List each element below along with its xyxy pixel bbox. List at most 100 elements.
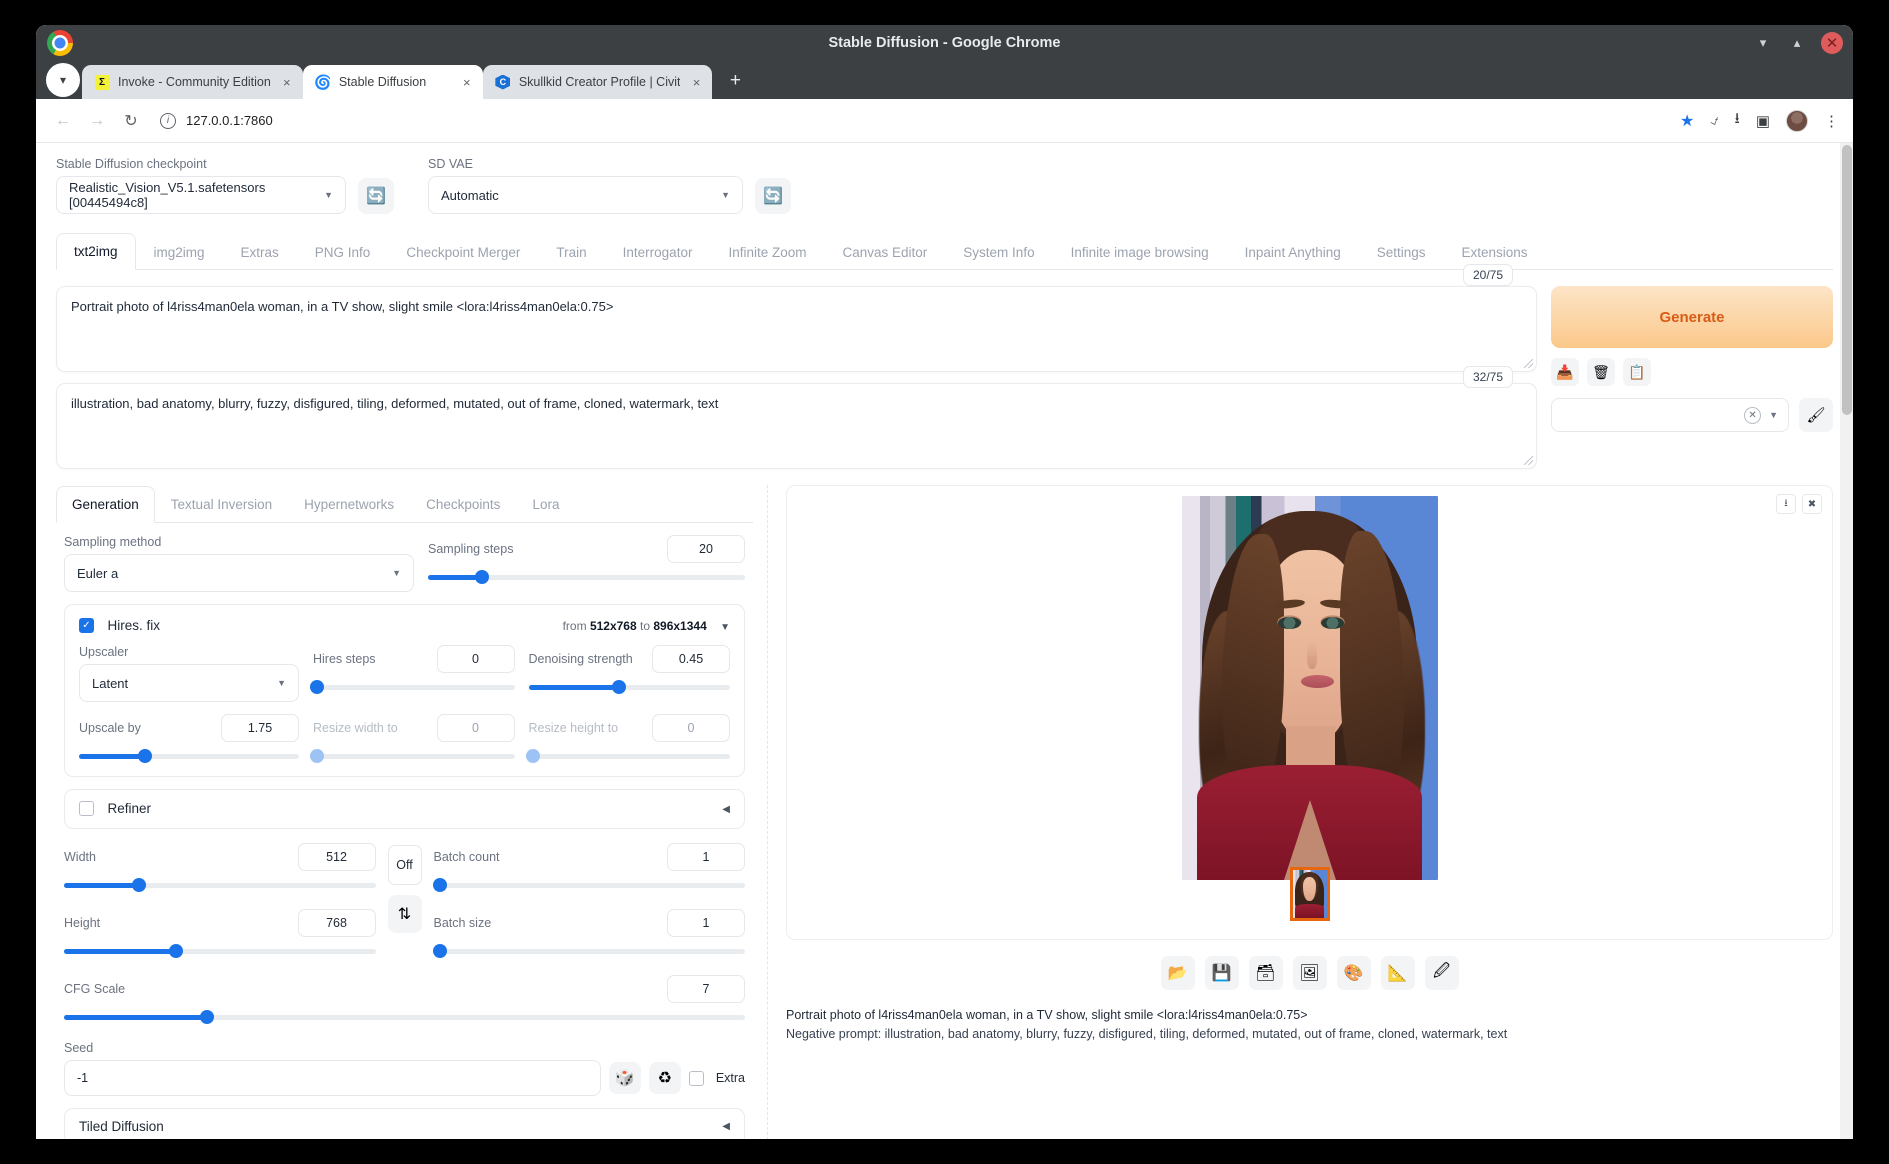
triangle-left-icon[interactable]: ◀ [722, 804, 730, 815]
resize-height-value[interactable]: 0 [652, 714, 730, 742]
tab-settings[interactable]: Settings [1359, 234, 1444, 270]
upscale-by-slider[interactable] [79, 748, 299, 764]
tab-search-button[interactable]: ▾ [46, 63, 80, 97]
puzzle-icon[interactable]: ⍻ [1710, 112, 1718, 129]
dice-icon[interactable]: 🎲 [608, 1062, 641, 1094]
clipboard-icon[interactable]: 📋 [1623, 358, 1651, 386]
upscaler-select[interactable]: Latent ▼ [79, 664, 299, 702]
cfg-scale-value[interactable]: 7 [667, 975, 745, 1003]
browser-tab-invoke[interactable]: Σ Invoke - Community Edition × [82, 65, 303, 99]
triangle-down-icon[interactable]: ▼ [720, 622, 730, 633]
width-slider[interactable] [64, 877, 376, 893]
generated-image[interactable] [1181, 496, 1438, 880]
page-scrollbar[interactable] [1840, 143, 1853, 1139]
site-info-icon[interactable]: i [160, 112, 176, 129]
resize-width-slider[interactable] [310, 748, 515, 764]
denoising-strength-value[interactable]: 0.45 [652, 645, 730, 673]
refresh-checkpoints-button[interactable]: 🔄 [358, 178, 394, 214]
side-panel-icon[interactable]: ▣ [1756, 112, 1770, 130]
paintbrush-icon[interactable]: 🖌 [1799, 398, 1833, 432]
hires-fix-checkbox[interactable]: ✓ [79, 618, 94, 634]
forward-button[interactable]: → [82, 106, 112, 136]
trash-icon[interactable]: 🗑 [1587, 358, 1615, 386]
refresh-vae-button[interactable]: 🔄 [755, 178, 791, 214]
hires-steps-value[interactable]: 0 [436, 645, 515, 673]
browser-tab-civitai[interactable]: C Skullkid Creator Profile | Civit × [482, 65, 713, 99]
hires-steps-slider[interactable] [310, 679, 515, 695]
subtab-textual-inversion[interactable]: Textual Inversion [155, 486, 288, 523]
refiner-checkbox[interactable] [79, 801, 94, 817]
folder-icon[interactable]: 📂 [1160, 956, 1195, 990]
positive-prompt-input[interactable]: Portrait photo of l4riss4man0ela woman, … [56, 286, 1537, 372]
pin-icon[interactable]: 🖉 [1424, 956, 1459, 990]
swap-off-toggle[interactable]: Off [387, 845, 422, 885]
close-window-button[interactable]: ✕ [1821, 32, 1843, 54]
tiled-diffusion-section[interactable]: Tiled Diffusion ◀ [64, 1108, 745, 1139]
batch-count-value[interactable]: 1 [667, 843, 745, 871]
subtab-hypernetworks[interactable]: Hypernetworks [288, 486, 410, 523]
generated-image-thumbnail[interactable] [1289, 867, 1330, 921]
subtab-checkpoints[interactable]: Checkpoints [410, 486, 516, 523]
close-tab-button[interactable]: × [279, 75, 295, 90]
tab-infinite-image-browsing[interactable]: Infinite image browsing [1053, 234, 1227, 270]
tab-png-info[interactable]: PNG Info [297, 234, 389, 270]
recycle-icon[interactable]: ♻ [648, 1062, 681, 1094]
batch-size-value[interactable]: 1 [667, 909, 745, 937]
batch-size-slider[interactable] [432, 943, 745, 959]
framed-picture-icon[interactable]: 🖼 [1292, 956, 1327, 990]
new-tab-button[interactable]: + [720, 66, 750, 96]
reload-button[interactable]: ↻ [116, 106, 146, 136]
checkpoint-select[interactable]: Realistic_Vision_V5.1.safetensors [00445… [56, 176, 346, 214]
tab-txt2img[interactable]: txt2img [56, 233, 136, 270]
height-value[interactable]: 768 [297, 909, 376, 937]
maximize-button[interactable]: ▴ [1787, 33, 1807, 53]
sampling-steps-slider[interactable] [428, 569, 745, 585]
negative-prompt-input[interactable]: illustration, bad anatomy, blurry, fuzzy… [56, 383, 1537, 469]
clear-x-icon[interactable]: ✕ [1744, 406, 1762, 424]
tab-interrogator[interactable]: Interrogator [605, 234, 711, 270]
seed-input[interactable]: -1 [64, 1060, 601, 1096]
tab-system-info[interactable]: System Info [945, 234, 1052, 270]
download-icon[interactable]: ⭳ [1735, 108, 1740, 133]
close-tab-button[interactable]: × [688, 75, 704, 90]
resize-width-value[interactable]: 0 [436, 714, 515, 742]
denoising-strength-slider[interactable] [528, 679, 730, 695]
tab-checkpoint-merger[interactable]: Checkpoint Merger [388, 234, 538, 270]
address-bar[interactable]: i 127.0.0.1:7860 [150, 106, 1676, 136]
subtab-lora[interactable]: Lora [516, 486, 575, 523]
cfg-scale-slider[interactable] [64, 1009, 745, 1025]
tab-inpaint-anything[interactable]: Inpaint Anything [1227, 234, 1359, 270]
tab-train[interactable]: Train [538, 234, 604, 270]
avatar[interactable] [1786, 109, 1808, 132]
tab-img2img[interactable]: img2img [136, 234, 223, 270]
scrollbar-thumb[interactable] [1842, 145, 1852, 415]
generate-button[interactable]: Generate [1551, 286, 1833, 348]
subtab-generation[interactable]: Generation [56, 486, 155, 523]
resize-handle[interactable] [1524, 359, 1533, 368]
sampling-steps-value[interactable]: 20 [667, 535, 745, 563]
styles-select[interactable]: ✕ ▼ [1551, 398, 1789, 432]
resize-height-slider[interactable] [525, 748, 730, 764]
tab-canvas-editor[interactable]: Canvas Editor [825, 234, 946, 270]
sampling-method-select[interactable]: Euler a ▼ [64, 554, 414, 592]
star-icon[interactable]: ★ [1680, 111, 1694, 131]
back-button[interactable]: ← [48, 106, 78, 136]
browser-tab-stable-diffusion[interactable]: 🌀 Stable Diffusion × [302, 65, 483, 99]
read-generation-parameters-button[interactable]: 📥 [1551, 358, 1579, 386]
close-x-icon[interactable]: ✖ [1802, 494, 1822, 514]
floppy-disk-icon[interactable]: 💾 [1204, 956, 1239, 990]
swap-arrows-icon[interactable]: ⇅ [387, 895, 422, 933]
close-tab-button[interactable]: × [459, 75, 475, 90]
height-slider[interactable] [64, 943, 376, 959]
vae-select[interactable]: Automatic ▼ [428, 176, 743, 214]
batch-count-slider[interactable] [432, 877, 745, 893]
three-dots-icon[interactable]: ⋮ [1824, 112, 1839, 130]
refiner-section[interactable]: Refiner ◀ [64, 789, 745, 829]
download-icon[interactable]: ⭳ [1776, 494, 1796, 514]
file-box-icon[interactable]: 🗃 [1248, 956, 1283, 990]
tab-extras[interactable]: Extras [223, 234, 297, 270]
width-value[interactable]: 512 [297, 843, 376, 871]
tab-infinite-zoom[interactable]: Infinite Zoom [710, 234, 824, 270]
seed-extra-checkbox[interactable] [688, 1070, 704, 1086]
ruler-icon[interactable]: 📐 [1380, 956, 1415, 990]
